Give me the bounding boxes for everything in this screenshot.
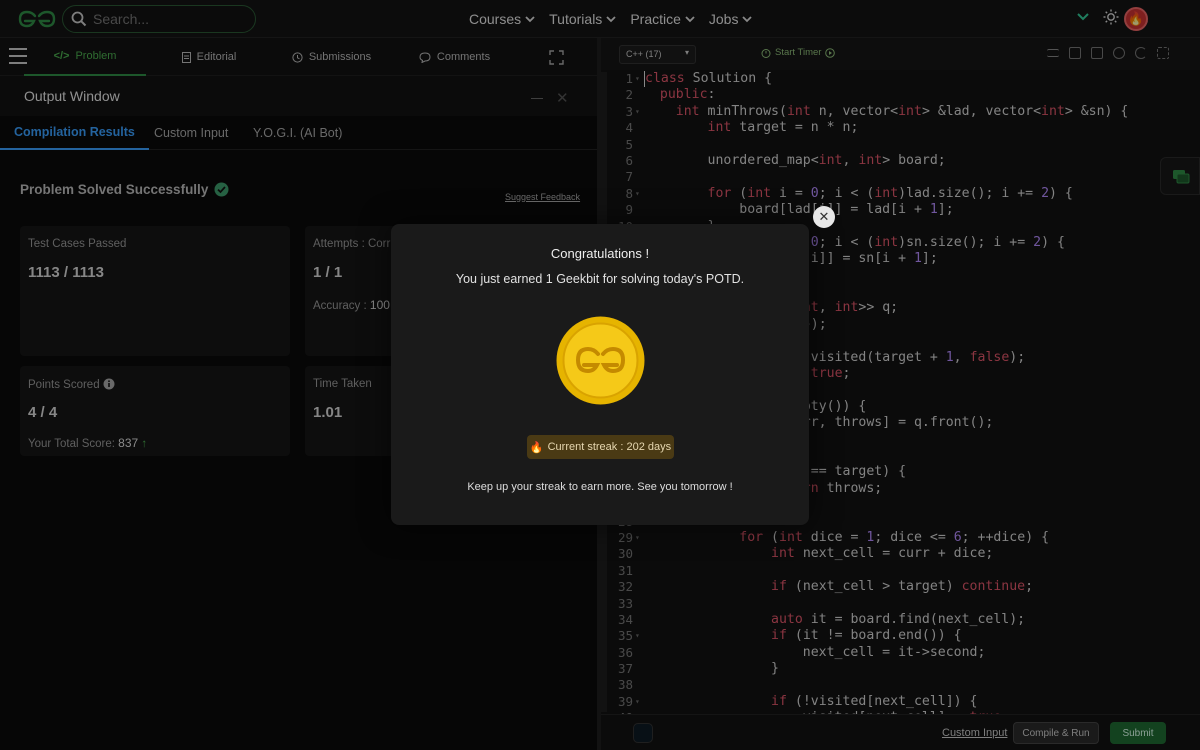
streak-badge: 🔥 Current streak : 202 days [527, 435, 674, 459]
congratulations-modal: Congratulations ! You just earned 1 Geek… [391, 224, 809, 525]
page: Courses Tutorials Practice Jobs 🔥 </>Pro… [0, 0, 1200, 750]
flame-icon: 🔥 [529, 441, 544, 454]
modal-footer-text: Keep up your streak to earn more. See yo… [467, 481, 733, 493]
modal-close-button[interactable]: ✕ [813, 206, 835, 228]
geekbit-coin-icon [556, 316, 645, 405]
streak-text: Current streak : 202 days [547, 441, 672, 453]
modal-message: You just earned 1 Geekbit for solving to… [455, 272, 745, 286]
modal-title: Congratulations ! [550, 246, 650, 261]
